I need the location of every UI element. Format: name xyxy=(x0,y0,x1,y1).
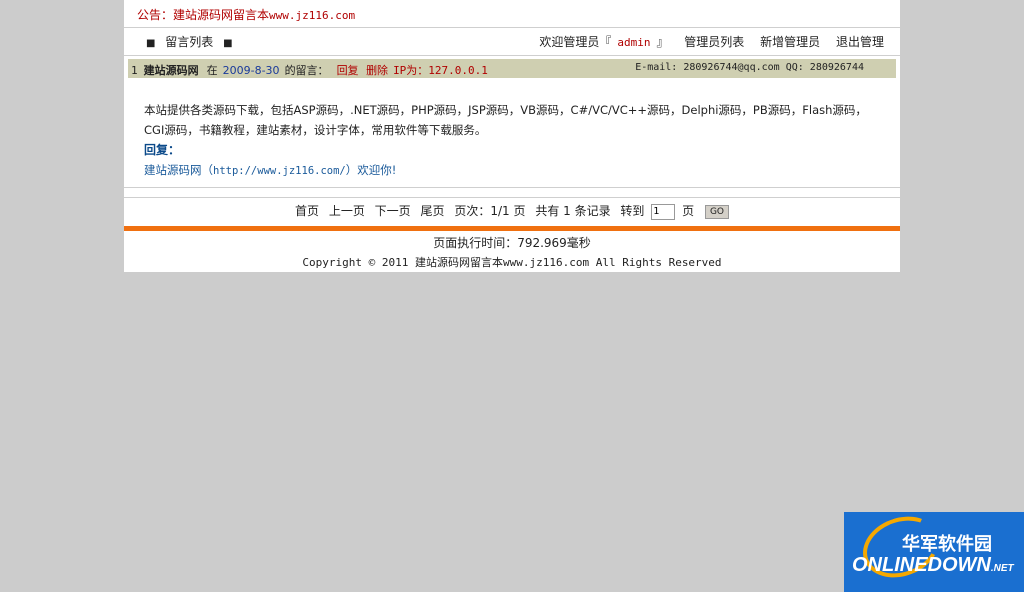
message-meta: 1 建站源码网在 2009-8-30 的留言： 回复 删除 IP为：127.0.0.1 xyxy=(131,62,488,78)
watermark-en: ONLINEDOWN.NET xyxy=(852,554,1014,577)
message-author: 建站源码网 xyxy=(143,64,199,77)
record-count: 共有 1 条记录 xyxy=(535,204,611,218)
page-prev-link[interactable]: 上一页 xyxy=(329,204,365,218)
page-number-input[interactable] xyxy=(651,203,676,220)
announcement-bar: 公告：建站源码网留言本www.jz116.com xyxy=(124,0,900,28)
message-body: 本站提供各类源码下载，包括ASP源码，.NET源码，PHP源码，JSP源码，VB… xyxy=(144,100,870,181)
email: E-mail: 280926744@qq.com xyxy=(635,62,780,73)
page-first-link[interactable]: 首页 xyxy=(295,204,319,218)
guestbook-page: 公告：建站源码网留言本www.jz116.com ■ 留言列表 ■ 欢迎管理员『… xyxy=(124,0,900,272)
posted-label: 的留言： xyxy=(284,64,329,77)
watermark-logo: 华军软件园 ONLINEDOWN.NET xyxy=(844,512,1024,592)
page-next-link[interactable]: 下一页 xyxy=(375,204,411,218)
copyright: Copyright © 2011 建站源码网留言本www.jz116.com A… xyxy=(302,256,722,269)
reply-prefix: 建站源码网（ xyxy=(144,163,213,177)
execution-time: 页面执行时间：792.969毫秒 xyxy=(433,236,591,250)
footer-divider-bar xyxy=(124,226,900,231)
delete-link[interactable]: 删除 xyxy=(366,64,388,77)
nav-left: ■ 留言列表 ■ xyxy=(140,33,239,50)
nav-right: 欢迎管理员『 admin 』 管理员列表 新增管理员 退出管理 xyxy=(539,33,884,50)
ip-address: IP为：127.0.0.1 xyxy=(393,64,488,77)
message-content: 本站提供各类源码下载，包括ASP源码，.NET源码，PHP源码，JSP源码，VB… xyxy=(144,103,867,137)
qq-number: QQ: 280926744 xyxy=(785,62,864,73)
pagination: 首页 上一页 下一页 尾页 页次：1/1 页 共有 1 条记录 转到 页 GO xyxy=(124,202,900,220)
announcement-url: www.jz116.com xyxy=(269,9,356,22)
nav-bar: ■ 留言列表 ■ 欢迎管理员『 admin 』 管理员列表 新增管理员 退出管理 xyxy=(124,29,900,56)
at-label: 在 xyxy=(206,64,218,77)
divider xyxy=(124,197,900,198)
message-header: 1 建站源码网在 2009-8-30 的留言： 回复 删除 IP为：127.0.0.1 E… xyxy=(128,59,896,78)
message-number: 1 xyxy=(131,64,138,77)
page-last-link[interactable]: 尾页 xyxy=(421,204,445,218)
reply-suffix: ）欢迎你! xyxy=(345,163,397,177)
page-count: 页次：1/1 页 xyxy=(454,204,526,218)
message-date: 2009-8-30 xyxy=(222,64,280,77)
goto-label: 转到 xyxy=(620,204,645,218)
welcome-prefix: 欢迎管理员『 xyxy=(539,35,612,49)
bullet-icon: ■ xyxy=(223,38,233,49)
announcement-text: 公告：建站源码网留言本www.jz116.com xyxy=(137,6,355,23)
nav-link-admin-list[interactable]: 管理员列表 xyxy=(684,35,744,49)
watermark-cn: 华军软件园 xyxy=(902,534,992,555)
reply-url[interactable]: http://www.jz116.com/ xyxy=(213,165,346,177)
reply-content: 建站源码网（http://www.jz116.com/）欢迎你! xyxy=(144,160,870,181)
welcome-suffix: 』 xyxy=(656,35,669,49)
reply-link[interactable]: 回复 xyxy=(337,64,359,77)
go-button[interactable]: GO xyxy=(704,204,729,219)
nav-link-add-admin[interactable]: 新增管理员 xyxy=(760,35,820,49)
admin-name: admin xyxy=(617,36,651,49)
reply-title: 回复： xyxy=(144,143,181,157)
bullet-icon: ■ xyxy=(146,38,156,49)
watermark-brand: ONLINEDOWN xyxy=(852,554,991,576)
nav-link-logout[interactable]: 退出管理 xyxy=(836,35,884,49)
contact-info: E-mail: 280926744@qq.com QQ: 280926744 xyxy=(635,62,864,73)
divider xyxy=(124,187,900,188)
watermark-net: .NET xyxy=(990,563,1014,574)
page-suffix: 页 xyxy=(682,204,695,218)
announcement-label: 公告：建站源码网留言本 xyxy=(137,8,270,22)
nav-link-message-list[interactable]: 留言列表 xyxy=(165,35,213,49)
